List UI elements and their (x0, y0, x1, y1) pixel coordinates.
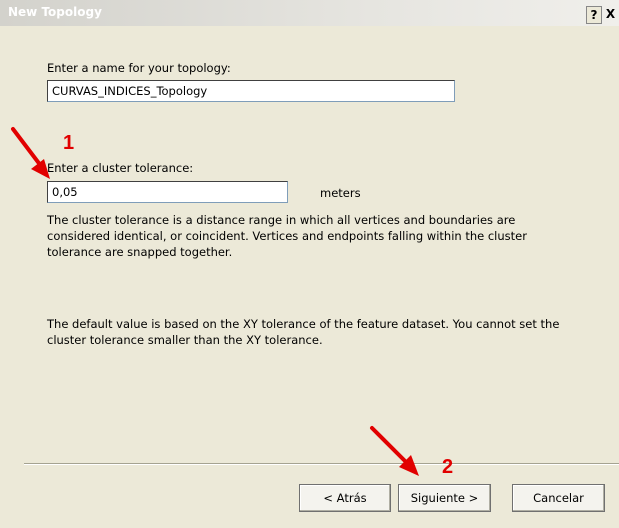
red-arrow-icon (370, 426, 419, 476)
new-topology-dialog: New Topology ? X Enter a name for your t… (0, 0, 619, 528)
dialog-title: New Topology (8, 5, 102, 19)
help-button[interactable]: ? (586, 6, 602, 24)
close-button[interactable]: X (602, 6, 619, 22)
title-bar: New Topology ? X (0, 0, 619, 26)
dialog-body: Enter a name for your topology: CURVAS_I… (0, 26, 619, 528)
annotation-marker-2: 2 (442, 456, 454, 478)
